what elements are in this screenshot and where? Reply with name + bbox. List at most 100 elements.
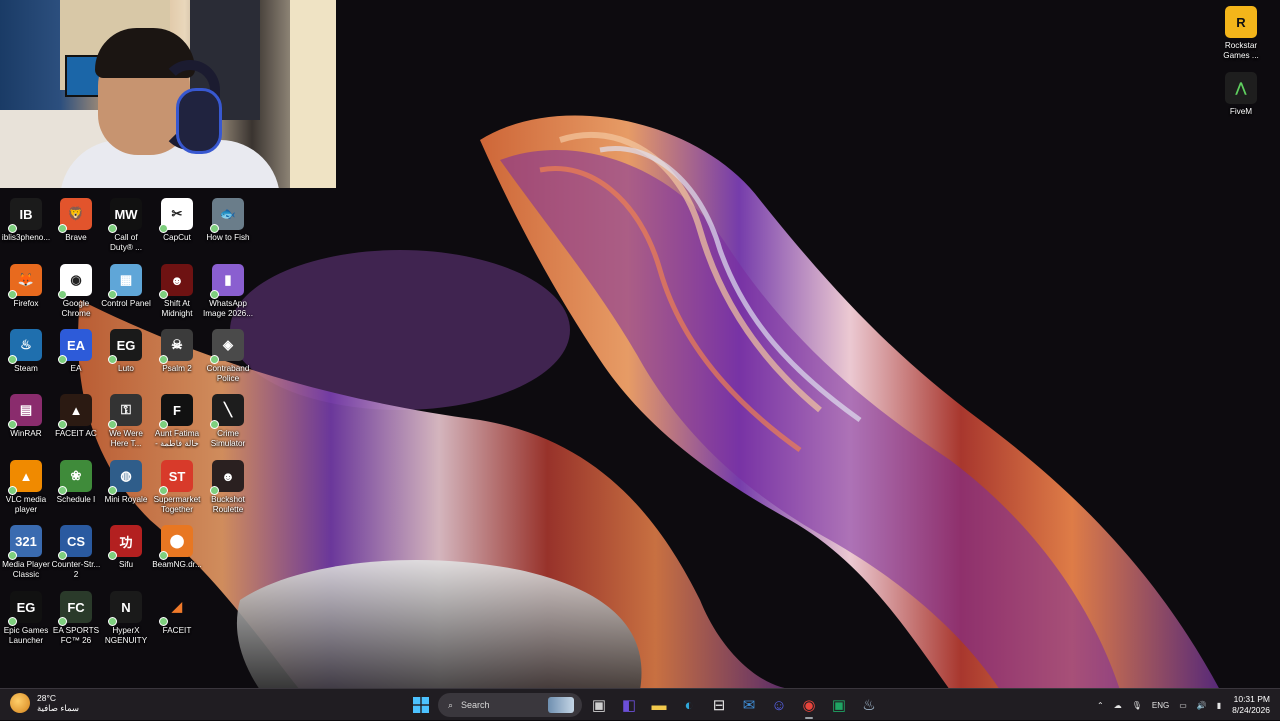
epic-games-launcher-icon: EG [8, 591, 42, 626]
app-green-taskbar-button[interactable]: ▣ [826, 692, 852, 718]
desktop-icon-label: Supermarket Together [153, 495, 201, 514]
desktop-icon-label: Rockstar Games ... [1223, 41, 1259, 60]
weather-text: 28°C سماء صافية [37, 693, 79, 713]
desktop-icon[interactable]: EG Luto [100, 329, 152, 374]
start-button[interactable] [408, 692, 434, 718]
desktop-icon[interactable]: ▦ Control Panel [100, 264, 152, 309]
desktop-icon[interactable]: FC EA SPORTS FC™ 26 [50, 591, 102, 646]
desktop-icon[interactable]: ⚿ We Were Here T... [100, 394, 152, 449]
sync-check-icon [58, 290, 67, 299]
desktop-icon[interactable]: 🦊 Firefox [0, 264, 52, 309]
desktop-icon[interactable]: ◍ Mini Royale [100, 460, 152, 505]
iblis-icon: IB [8, 198, 42, 233]
desktop-icon[interactable]: ♨ Steam [0, 329, 52, 374]
mail-icon: ✉ [742, 697, 756, 714]
file-explorer-taskbar-button[interactable]: ▬ [646, 692, 672, 718]
desktop-icon[interactable]: ☠ Psalm 2 [151, 329, 203, 374]
desktop-icon[interactable]: 🦁 Brave [50, 198, 102, 243]
desktop-icon[interactable]: EG Epic Games Launcher [0, 591, 52, 646]
volume-icon[interactable]: 🔊 [1192, 701, 1212, 710]
desktop-icon[interactable]: ST Supermarket Together [151, 460, 203, 515]
sync-check-icon [108, 551, 117, 560]
how-to-fish-icon: 🐟 [210, 198, 244, 233]
show-hidden-icons-button[interactable]: ⌃ [1092, 701, 1109, 710]
sync-check-icon [108, 224, 117, 233]
desktop-icon[interactable]: ▲ VLC media player [0, 460, 52, 515]
sync-check-icon [108, 420, 117, 429]
desktop-icon-label: Psalm 2 [162, 364, 192, 373]
store-taskbar-button[interactable]: ⊟ [706, 692, 732, 718]
onedrive-icon[interactable]: ☁ [1109, 701, 1127, 710]
fivem-icon: ⋀ [1225, 72, 1257, 104]
steam-taskbar-taskbar-button[interactable]: ♨ [856, 692, 882, 718]
sync-check-icon [108, 617, 117, 626]
task-view-icon: ▣ [591, 697, 607, 714]
network-icon[interactable]: ▭ [1174, 701, 1192, 710]
taskbar-search[interactable]: ⌕ Search [438, 693, 582, 717]
taskbar: 28°C سماء صافية ⌕ Search ▣ ◧ ▬ ◐ ⊟ ✉ ☺ ◉ ▣ ♨ ⌃ ☁ … [0, 688, 1280, 720]
desktop-icon[interactable]: ☻ Shift At Midnight [151, 264, 203, 319]
sync-check-icon [159, 551, 168, 560]
desktop-icon[interactable]: ◢ FACEIT [151, 591, 203, 636]
capcut-icon: ✂ [159, 198, 193, 233]
desktop-icon-label: Steam [14, 364, 38, 373]
desktop-icon[interactable]: ▲ FACEIT AC [50, 394, 102, 439]
desktop-icon[interactable]: 功 Sifu [100, 525, 152, 570]
crime-simulator-icon: ╲ [210, 394, 244, 429]
discord-taskbar-button[interactable]: ☺ [766, 692, 792, 718]
webcam-curtain [290, 0, 336, 188]
faceit-icon: ◢ [159, 591, 193, 626]
desktop-icon[interactable]: ✂ CapCut [151, 198, 203, 243]
desktop-icon[interactable]: N HyperX NGENUITY [100, 591, 152, 646]
desktop-icon[interactable]: 🐟 How to Fish [202, 198, 254, 243]
faceit-ac-icon: ▲ [58, 394, 92, 429]
task-view-taskbar-button[interactable]: ▣ [586, 692, 612, 718]
chrome-taskbar-icon: ◉ [802, 697, 816, 714]
counter-strike-icon: CS [58, 525, 92, 560]
desktop-icon[interactable]: ◉ Google Chrome [50, 264, 102, 319]
language-indicator[interactable]: ENG [1147, 701, 1174, 710]
widgets-taskbar-button[interactable]: ◧ [616, 692, 642, 718]
weather-widget[interactable]: 28°C سماء صافية [10, 693, 79, 713]
desktop-icon[interactable]: ☻ Buckshot Roulette [202, 460, 254, 515]
sync-check-icon [58, 224, 67, 233]
desktop-icon[interactable]: EA EA [50, 329, 102, 374]
shift-at-midnight-icon: ☻ [159, 264, 193, 299]
microphone-icon[interactable]: 🎙 [1127, 701, 1147, 710]
taskbar-clock[interactable]: 10:31 PM 8/24/2026 [1226, 694, 1280, 716]
mail-taskbar-button[interactable]: ✉ [736, 692, 762, 718]
desktop-icon[interactable]: IB iblis3pheno... [0, 198, 52, 243]
search-icon: ⌕ [448, 699, 454, 710]
webcam-overlay [0, 0, 336, 188]
media-player-classic-icon: 321 [8, 525, 42, 560]
sync-check-icon [210, 290, 219, 299]
sync-check-icon [210, 224, 219, 233]
sync-check-icon [159, 355, 168, 364]
desktop-icon[interactable]: ◈ Contraband Police [202, 329, 254, 384]
desktop-icon-label: Control Panel [101, 299, 151, 308]
chrome-taskbar-taskbar-button[interactable]: ◉ [796, 692, 822, 719]
desktop-icon[interactable]: ╲ Crime Simulator [202, 394, 254, 449]
desktop-icon-label: Call of Duty® ... [110, 233, 142, 252]
desktop-icon[interactable]: MW Call of Duty® ... [100, 198, 152, 253]
battery-icon[interactable]: ▮ [1212, 701, 1226, 710]
system-tray: ⌃ ☁ 🎙 ENG ▭ 🔊 ▮ 10:31 PM 8/24/2026 [1092, 689, 1280, 721]
sync-check-icon [8, 551, 17, 560]
desktop-icon[interactable]: CS Counter-Str... 2 [50, 525, 102, 580]
sync-check-icon [8, 290, 17, 299]
desktop-icon-label: HyperX NGENUITY [104, 626, 148, 645]
desktop-icon[interactable]: ▤ WinRAR [0, 394, 52, 439]
desktop-icon[interactable]: ⬤ BeamNG.dr... [151, 525, 203, 570]
desktop-icon[interactable]: 321 Media Player Classic [0, 525, 52, 580]
desktop-icon[interactable]: ▮ WhatsApp Image 2026... [202, 264, 254, 319]
desktop-icon[interactable]: ❀ Schedule I [50, 460, 102, 505]
firefox-icon: 🦊 [8, 264, 42, 299]
desktop-icon[interactable]: ⋀ FiveM [1215, 72, 1267, 117]
desktop-icon[interactable]: R Rockstar Games ... [1215, 6, 1267, 61]
sync-check-icon [8, 486, 17, 495]
edge-taskbar-button[interactable]: ◐ [676, 692, 702, 718]
sync-check-icon [58, 617, 67, 626]
desktop-icon-label: WhatsApp Image 2026... [202, 299, 254, 318]
desktop-icon-label: Epic Games Launcher [3, 626, 49, 645]
desktop-icon[interactable]: F Aunt Fatima - خالة فاطمة [151, 394, 203, 449]
